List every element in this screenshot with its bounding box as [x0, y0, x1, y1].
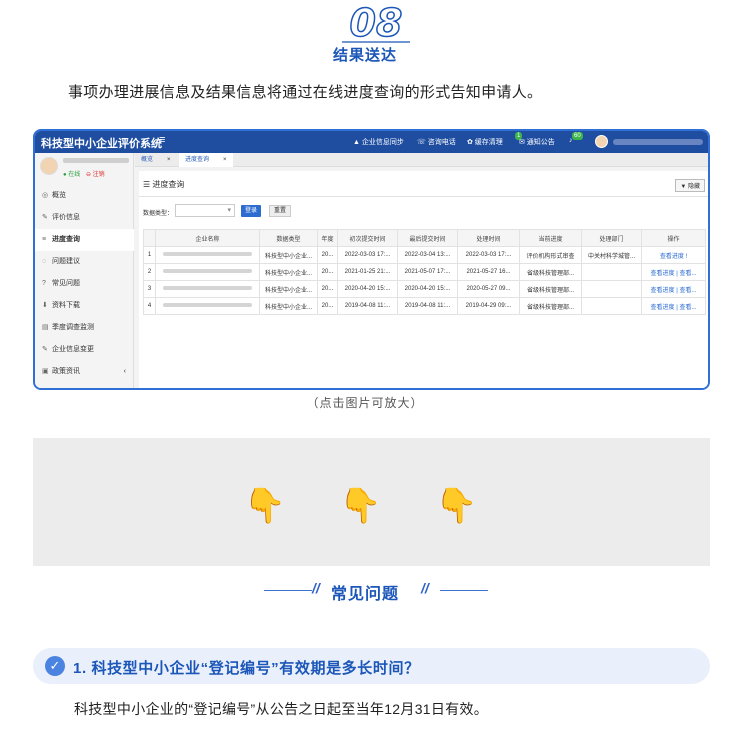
company-name-blurred — [162, 252, 253, 257]
view-progress-link[interactable]: 查看进度 | 查看... — [641, 263, 706, 281]
pointing-down-icon: 👇 👇 👇 — [243, 487, 500, 525]
user-status: ● 在线 ⊖ 注销 — [63, 172, 105, 178]
news-icon: ▣ — [42, 368, 49, 375]
section-header: 08 结果送达 — [0, 0, 730, 70]
user-avatar — [40, 157, 58, 175]
sync-button[interactable]: ▲ 企业信息同步 — [353, 137, 404, 147]
table-row: 2 科技型中小企业... 20... 2021-01-25 21:... 202… — [143, 263, 706, 281]
app-title: 科技型中小企业评价系统 — [41, 138, 162, 150]
view-progress-link[interactable]: 查看进度 ! — [641, 246, 706, 264]
table-header-row: 企业名称 数据类型 年度 初次提交时间 最后提交时间 处理时间 当前进度 处理部… — [143, 229, 706, 247]
hide-filter-button[interactable]: ▼ 隐藏 — [675, 179, 705, 192]
notice-button[interactable]: ✉ 通知公告 — [519, 137, 555, 147]
sidebar-user: ● 在线 ⊖ 注销 — [35, 153, 134, 183]
sidebar-item-progress[interactable]: ≡ 进度查询 — [35, 229, 134, 251]
progress-query-screenshot[interactable]: 科技型中小企业评价系统 ≡ ▲ 企业信息同步 ☏ 咨询电话 ✿ 缓存清理 1 ✉… — [33, 129, 710, 390]
faq-question[interactable]: ✓ 1. 科技型中小企业“登记编号”有效期是多长时间？ — [33, 648, 710, 684]
message-badge: 60 — [572, 132, 583, 140]
faq-title: 常见问题 — [330, 586, 399, 603]
company-name-blurred — [162, 269, 253, 274]
page-title: ☰ 进度查询 — [143, 180, 185, 189]
section-number-08: 08 — [342, 2, 410, 44]
eye-icon: ◎ — [42, 192, 49, 199]
column-header: 操作 — [641, 229, 706, 247]
column-header: 处理时间 — [457, 229, 520, 247]
section-title: 结果送达 — [332, 47, 397, 64]
chevron-left-icon[interactable]: ‹ — [124, 361, 126, 383]
column-header: 当前进度 — [519, 229, 582, 247]
company-name-blurred — [162, 286, 253, 291]
avatar[interactable] — [595, 135, 608, 148]
column-header: 年度 — [317, 229, 338, 247]
tab-bar: 概览 × 进度查询 × — [135, 153, 708, 167]
progress-table: 企业名称 数据类型 年度 初次提交时间 最后提交时间 处理时间 当前进度 处理部… — [143, 229, 706, 315]
svg-text:08: 08 — [350, 2, 403, 44]
progress-panel: ☰ 进度查询 ▼ 隐藏 数据类型： 登录 重置 企业名称 数据类型 年度 初次提… — [139, 171, 708, 388]
company-name-blurred — [162, 303, 253, 308]
pointing-panel: 👇 👇 👇 — [33, 438, 710, 566]
search-button[interactable]: 登录 — [241, 205, 262, 217]
cache-clear-button[interactable]: ✿ 缓存清理 — [467, 137, 503, 147]
close-icon[interactable]: × — [223, 157, 227, 163]
question-icon: ? — [42, 280, 46, 287]
sidebar: ● 在线 ⊖ 注销 ◎ 概览 ✎ 评价信息 ≡ 进度查询 ◌ 问题建议 ? 常见问题 ⬇ 资… — [35, 153, 134, 388]
tab-progress[interactable]: 进度查询 × — [179, 153, 233, 167]
table-row: 4 科技型中小企业... 20... 2019-04-08 11:... 201… — [143, 297, 706, 315]
survey-icon: ▤ — [42, 324, 49, 331]
sidebar-item-faq[interactable]: ? 常见问题 — [35, 273, 134, 295]
view-progress-link[interactable]: 查看进度 | 查看... — [641, 297, 706, 315]
view-progress-link[interactable]: 查看进度 | 查看... — [641, 280, 706, 298]
image-caption: （点击图片可放大） — [306, 396, 424, 410]
menu-icon[interactable]: ≡ — [159, 134, 165, 146]
close-icon[interactable]: × — [167, 157, 171, 163]
logout-link[interactable]: ⊖ 注销 — [86, 172, 105, 178]
phone-button[interactable]: ☏ 咨询电话 — [417, 137, 456, 147]
sidebar-item-download[interactable]: ⬇ 资料下载 — [35, 295, 134, 317]
chat-icon: ◌ — [42, 258, 47, 265]
sidebar-item-evaluation[interactable]: ✎ 评价信息 — [35, 207, 134, 229]
app-topbar: 科技型中小企业评价系统 ≡ ▲ 企业信息同步 ☏ 咨询电话 ✿ 缓存清理 1 ✉… — [35, 131, 708, 153]
edit-icon: ✎ — [42, 346, 48, 353]
check-icon: ✓ — [45, 656, 65, 676]
column-header: 最后提交时间 — [397, 229, 458, 247]
faq-header: // 常见问题 // — [0, 575, 730, 605]
user-name-blurred — [613, 139, 703, 145]
slash-decoration: // — [421, 580, 429, 596]
divider — [139, 196, 708, 197]
tab-overview[interactable]: 概览 × — [135, 153, 177, 167]
column-header: 处理部门 — [581, 229, 642, 247]
divider — [440, 590, 488, 591]
sidebar-item-overview[interactable]: ◎ 概览 — [35, 185, 134, 207]
column-header: 企业名称 — [155, 229, 260, 247]
table-row: 3 科技型中小企业... 20... 2020-04-20 15:... 202… — [143, 280, 706, 298]
column-header: 初次提交时间 — [337, 229, 398, 247]
sidebar-item-survey[interactable]: ▤ 季度调查监测 — [35, 317, 134, 339]
download-icon: ⬇ — [42, 302, 48, 309]
sidebar-item-policy[interactable]: ▣ 政策资讯 ‹ — [35, 361, 134, 383]
reset-button[interactable]: 重置 — [269, 205, 292, 217]
table-row: 1 科技型中小企业... 20... 2022-03-03 17:... 202… — [143, 246, 706, 264]
data-type-label: 数据类型： — [143, 211, 174, 217]
sidebar-item-feedback[interactable]: ◌ 问题建议 — [35, 251, 134, 273]
question-text: 1. 科技型中小企业“登记编号”有效期是多长时间？ — [73, 660, 420, 677]
intro-text: 事项办理进展信息及结果信息将通过在线进度查询的形式告知申请人。 — [68, 84, 543, 101]
answer-text: 科技型中小企业的“登记编号”从公告之日起至当年12月31日有效。 — [74, 701, 489, 717]
edit-icon: ✎ — [42, 214, 48, 221]
data-type-select[interactable] — [175, 204, 235, 217]
column-header: 数据类型 — [259, 229, 318, 247]
sidebar-item-info-change[interactable]: ✎ 企业信息变更 — [35, 339, 134, 361]
list-icon: ≡ — [42, 236, 47, 243]
user-name-blurred — [63, 158, 129, 163]
